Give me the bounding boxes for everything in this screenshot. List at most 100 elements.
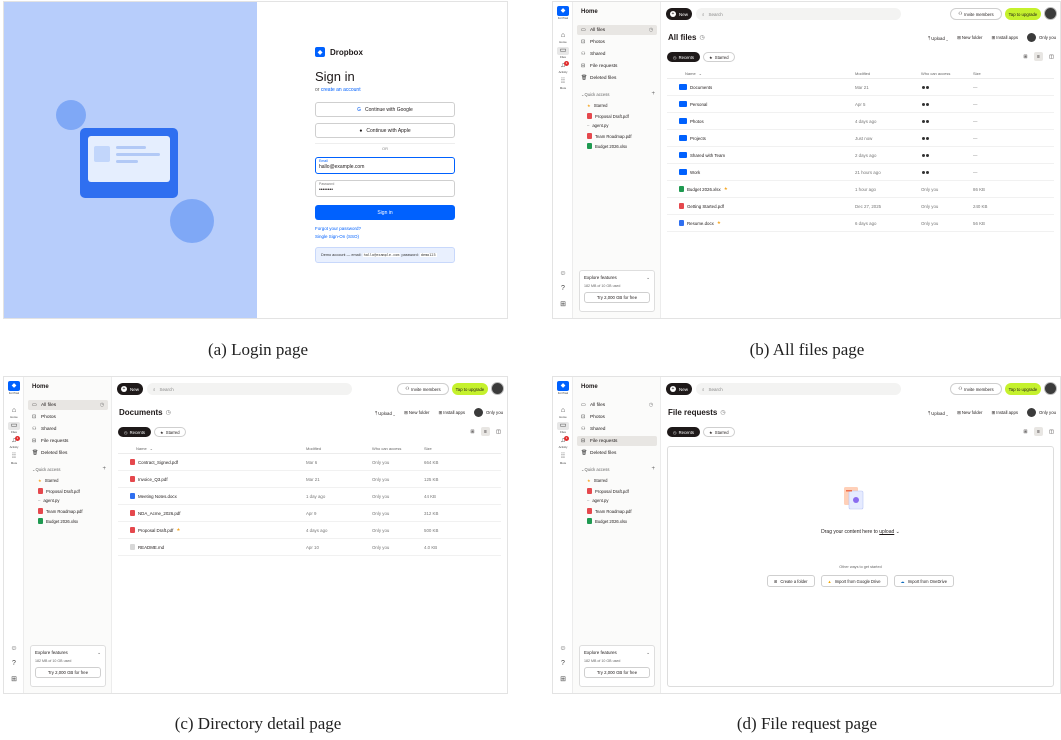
- sidebar-item-shared[interactable]: ⚇ Shared: [28, 424, 108, 434]
- quick-item-agent[interactable]: – agent.py: [587, 498, 608, 503]
- recents-chip[interactable]: ◷ Recents: [667, 52, 701, 62]
- help-icon[interactable]: ?: [4, 660, 24, 667]
- sidebar-item-photos[interactable]: ⊡ Photos: [577, 412, 657, 422]
- starred-chip[interactable]: ★ Starred: [703, 52, 735, 62]
- list-view-icon[interactable]: ≡: [1034, 427, 1043, 436]
- rail-activity[interactable]: ♫ 1 Activity: [4, 436, 24, 449]
- sidebar-item-deleted-files[interactable]: 🗑 Deleted files: [577, 448, 657, 458]
- table-row[interactable]: README.md Apr 10 Only you 4.0 KB: [118, 539, 501, 556]
- table-row[interactable]: Shared with Team 2 days ago —: [667, 147, 1054, 164]
- clock-icon[interactable]: ◷: [166, 409, 171, 416]
- smile-icon[interactable]: ☺: [553, 645, 573, 652]
- quick-item-roadmap[interactable]: Team Roadmap.pdf: [587, 508, 632, 514]
- install-apps-button[interactable]: ⊞ Install apps: [991, 35, 1018, 41]
- email-field[interactable]: Email hallo@example.com: [315, 157, 455, 174]
- starred-chip[interactable]: ★ Starred: [154, 427, 186, 437]
- quick-item-roadmap[interactable]: Team Roadmap.pdf: [38, 508, 83, 514]
- star-icon[interactable]: ★: [176, 527, 180, 533]
- star-icon[interactable]: ★: [717, 220, 721, 226]
- add-icon[interactable]: +: [651, 91, 655, 97]
- table-row[interactable]: Proposal Draft.pdf ★ 4 days ago Only you 500…: [118, 522, 501, 539]
- file-name[interactable]: Projects: [690, 136, 706, 141]
- search-input[interactable]: ⌕ Search: [696, 383, 901, 395]
- sidebar-item-all-files[interactable]: ▭ All files ◷: [577, 25, 657, 35]
- column-size[interactable]: Size: [973, 69, 981, 78]
- quick-item-proposal[interactable]: Proposal Draft.pdf: [38, 488, 80, 494]
- sidebar-item-shared[interactable]: ⚇ Shared: [577, 49, 657, 59]
- column-modified[interactable]: Modified: [855, 69, 870, 78]
- quick-access-header[interactable]: ⌄ Quick access +: [581, 91, 655, 97]
- recents-chip[interactable]: ◷ Recents: [667, 427, 701, 437]
- sso-link[interactable]: Single Sign-On (SSO): [315, 234, 455, 239]
- only-you-indicator[interactable]: Only you: [1027, 33, 1056, 42]
- table-row[interactable]: Meeting Notes.docx 1 day ago Only you 44 KB: [118, 488, 501, 505]
- side-panel-icon[interactable]: ◫: [494, 427, 503, 436]
- quick-item-budget[interactable]: Budget 2026.xlsx: [587, 518, 627, 524]
- invite-members-button[interactable]: ⚇ Invite members: [950, 383, 1002, 395]
- upgrade-button[interactable]: Tap to upgrade: [1005, 383, 1041, 395]
- grid-view-icon[interactable]: ⊞: [1021, 427, 1030, 436]
- clock-icon[interactable]: ◷: [699, 34, 704, 41]
- table-row[interactable]: NDA_Acme_2026.pdf Apr 9 Only you 312 KB: [118, 505, 501, 522]
- recents-chip[interactable]: ◷ Recents: [118, 427, 152, 437]
- file-name[interactable]: Shared with Team: [690, 153, 725, 158]
- smile-icon[interactable]: ☺: [553, 270, 573, 277]
- forgot-password-link[interactable]: Forgot your password?: [315, 226, 455, 231]
- file-name[interactable]: NDA_Acme_2026.pdf: [138, 511, 180, 516]
- apps-icon[interactable]: ⊞: [553, 300, 573, 308]
- create-folder-button[interactable]: ⊞ Create a folder: [766, 575, 815, 587]
- dropbox-logo-icon[interactable]: ◆: [557, 381, 569, 391]
- new-button[interactable]: + New: [666, 383, 692, 395]
- file-name[interactable]: Contract_Signed.pdf: [138, 460, 178, 465]
- table-row[interactable]: Budget 2026.xlsx ★ 1 hour ago Only you 86 KB: [667, 181, 1054, 198]
- apps-icon[interactable]: ⊞: [553, 675, 573, 683]
- password-field[interactable]: Password ••••••••: [315, 180, 455, 197]
- sidebar-item-all-files[interactable]: ▭ All files ◷: [577, 400, 657, 410]
- continue-google-button[interactable]: G Continue with Google: [315, 102, 455, 117]
- column-access[interactable]: Who can access: [921, 69, 950, 78]
- rail-more[interactable]: ⁞⁞ More: [553, 453, 573, 465]
- new-button[interactable]: + New: [117, 383, 143, 395]
- file-name[interactable]: Invoice_Q3.pdf: [138, 477, 168, 482]
- table-row[interactable]: Work 21 hours ago —: [667, 164, 1054, 181]
- quick-access-header[interactable]: ⌄ Quick access +: [581, 466, 655, 472]
- rail-more[interactable]: ⁞⁞ More: [553, 78, 573, 90]
- dropbox-logo-icon[interactable]: ◆: [8, 381, 20, 391]
- import-google-drive-button[interactable]: ▲ Import from Google Drive: [820, 575, 888, 587]
- table-row[interactable]: Getting Started.pdf Dec 27, 2025 Only you 2…: [667, 198, 1054, 215]
- column-access[interactable]: Who can access: [372, 444, 401, 453]
- quick-item-budget[interactable]: Budget 2026.xlsx: [38, 518, 78, 524]
- create-account-link[interactable]: create an account: [321, 87, 361, 93]
- new-button[interactable]: + New: [666, 8, 692, 20]
- sidebar-item-file-requests[interactable]: ⊟ File requests: [28, 436, 108, 446]
- sidebar-home[interactable]: Home: [32, 384, 49, 390]
- smile-icon[interactable]: ☺: [4, 645, 24, 652]
- starred-chip[interactable]: ★ Starred: [703, 427, 735, 437]
- upload-button[interactable]: ⤒ Upload ⌄: [928, 411, 948, 416]
- quick-item-proposal[interactable]: Proposal Draft.pdf: [587, 488, 629, 494]
- avatar[interactable]: [1044, 382, 1057, 395]
- upload-button[interactable]: ⤒ Upload ⌄: [928, 36, 948, 41]
- add-icon[interactable]: +: [651, 466, 655, 472]
- file-name[interactable]: Getting Started.pdf: [687, 204, 724, 209]
- help-icon[interactable]: ?: [553, 285, 573, 292]
- rail-files[interactable]: ▭ Files: [553, 47, 573, 59]
- table-row[interactable]: Resume.docx ★ 6 days ago Only you 56 KB: [667, 215, 1054, 232]
- table-row[interactable]: Personal Apr 5 —: [667, 96, 1054, 113]
- upload-link[interactable]: upload: [879, 529, 894, 535]
- sign-in-button[interactable]: Sign in: [315, 205, 455, 220]
- column-name[interactable]: Name ⌄: [685, 69, 702, 78]
- grid-view-icon[interactable]: ⊞: [1021, 52, 1030, 61]
- help-icon[interactable]: ?: [553, 660, 573, 667]
- file-name[interactable]: Work: [690, 170, 700, 175]
- sidebar-item-deleted-files[interactable]: 🗑 Deleted files: [577, 73, 657, 83]
- quick-item-agent[interactable]: – agent.py: [38, 498, 59, 503]
- list-view-icon[interactable]: ≡: [481, 427, 490, 436]
- sidebar-item-deleted-files[interactable]: 🗑 Deleted files: [28, 448, 108, 458]
- rail-activity[interactable]: ♫ 1 Activity: [553, 436, 573, 449]
- try-free-button[interactable]: Try 2,000 GB for free: [35, 667, 101, 678]
- file-name[interactable]: Photos: [690, 119, 704, 124]
- rail-files[interactable]: ▭ Files: [4, 422, 24, 434]
- upload-button[interactable]: ⤒ Upload ⌄: [375, 411, 395, 416]
- grid-view-icon[interactable]: ⊞: [468, 427, 477, 436]
